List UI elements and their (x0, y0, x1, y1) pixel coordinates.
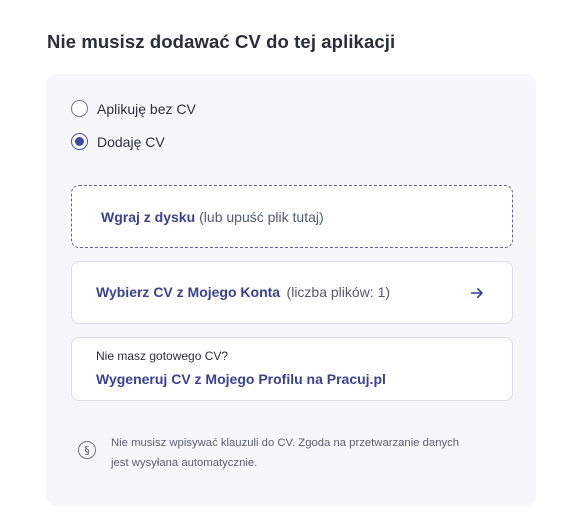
radio-dot (75, 137, 84, 146)
gdpr-notice: § Nie musisz wpisywać klauzuli do CV. Zg… (78, 433, 496, 473)
radio-label: Dodaję CV (97, 133, 165, 150)
upload-link[interactable]: Wgraj z dysku (101, 209, 195, 225)
choose-cv-from-account-button[interactable]: Wybierz CV z Mojego Konta (liczba plików… (71, 261, 513, 324)
upload-hint: (lub upuść plik tutaj) (199, 208, 324, 225)
radio-option-add-cv[interactable]: Dodaję CV (71, 133, 165, 150)
arrow-right-icon (470, 287, 483, 298)
radio-button-unchecked[interactable] (71, 100, 88, 117)
radio-label: Aplikuję bez CV (97, 100, 196, 117)
paragraph-icon: § (78, 441, 96, 459)
generate-cv-link[interactable]: Wygeneruj CV z Mojego Profilu na Pracuj.… (96, 371, 512, 387)
generate-cv-card: Nie masz gotowego CV? Wygeneruj CV z Moj… (71, 337, 513, 401)
generate-caption: Nie masz gotowego CV? (96, 349, 229, 363)
notice-line-2: jest wysyłana automatycznie. (111, 457, 258, 469)
upload-from-disk-dropzone[interactable]: Wgraj z dysku (lub upuść plik tutaj) (71, 185, 513, 248)
radio-button-checked[interactable] (71, 133, 88, 150)
notice-text: Nie musisz wpisywać klauzuli do CV. Zgod… (111, 433, 496, 473)
choose-cv-label: Wybierz CV z Mojego Konta (96, 283, 281, 300)
file-count-hint: (liczba plików: 1) (286, 283, 391, 300)
page-title: Nie musisz dodawać CV do tej aplikacji (47, 31, 396, 52)
notice-line-1: Nie musisz wpisywać klauzuli do CV. Zgod… (111, 437, 460, 449)
radio-option-without-cv[interactable]: Aplikuję bez CV (71, 100, 196, 117)
